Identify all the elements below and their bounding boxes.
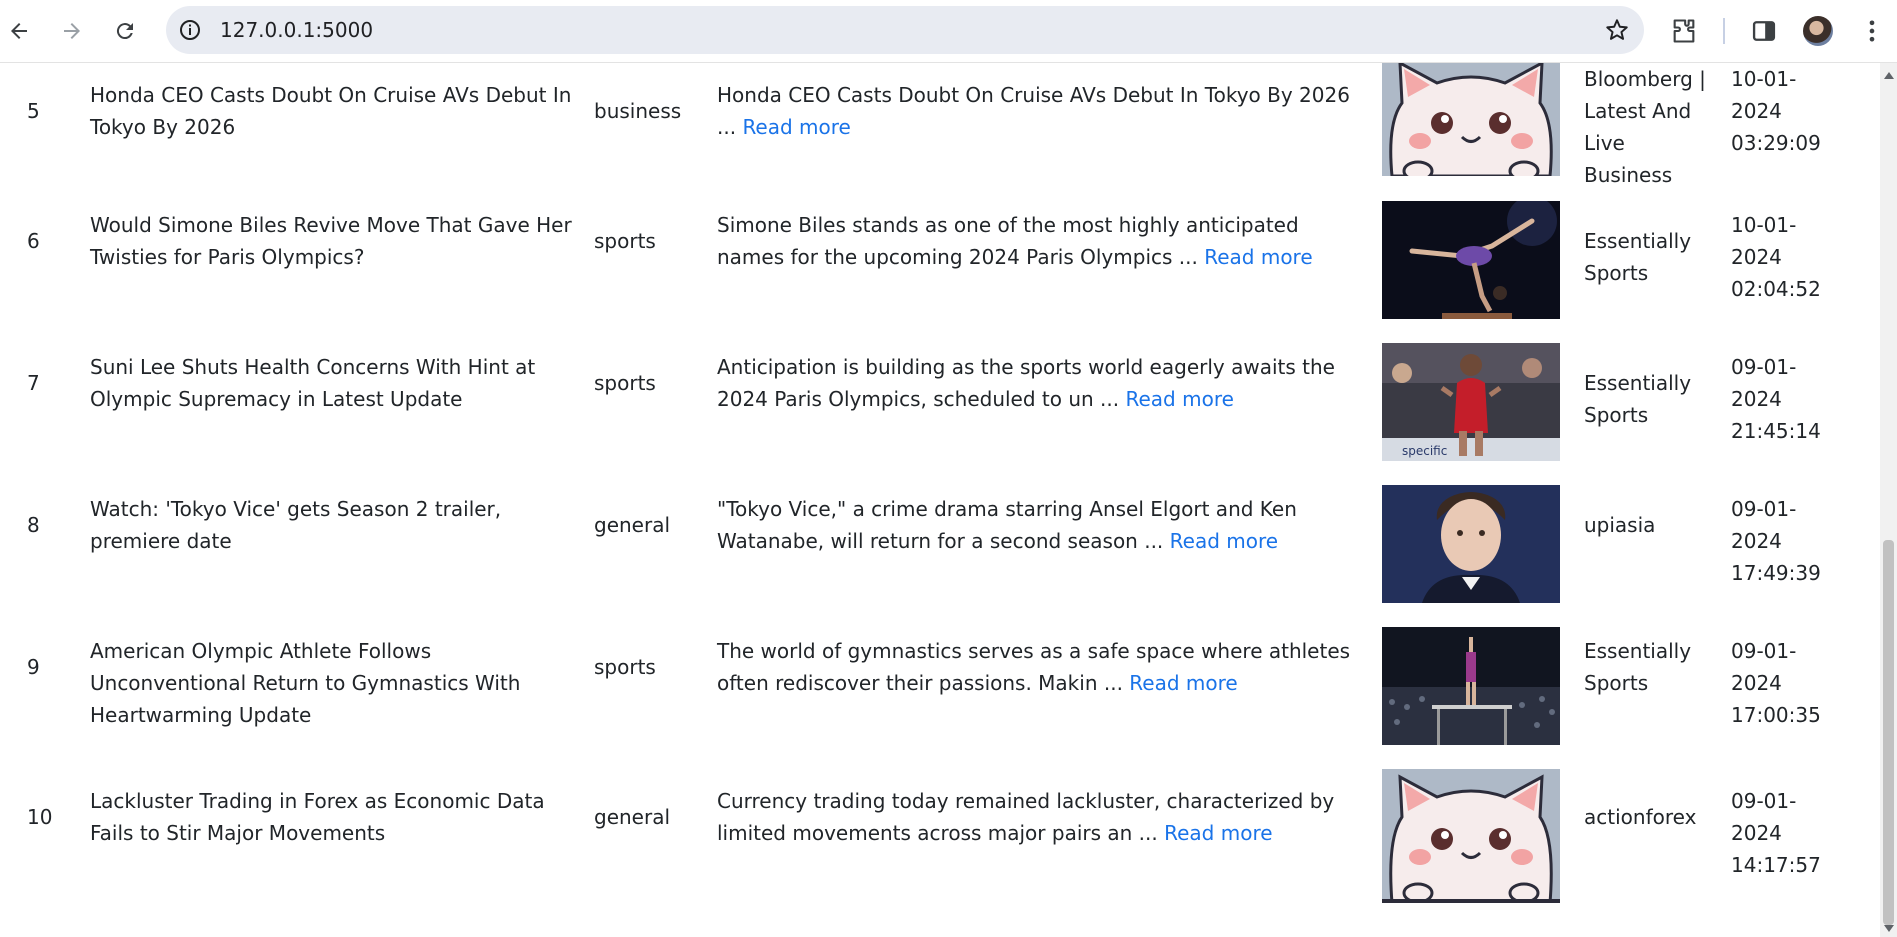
date-text: 10-01-2024 [1731,67,1797,123]
article-thumbnail[interactable] [1382,63,1560,176]
article-category: business [594,99,682,123]
article-title: Honda CEO Casts Doubt On Cruise AVs Debu… [90,83,572,139]
reload-button[interactable] [108,14,142,48]
bookmark-star-icon[interactable] [1604,17,1630,43]
profile-avatar[interactable] [1803,16,1833,46]
article-date: 09-01-2024 21:45:14 [1731,351,1831,447]
row-index: 8 [27,513,40,537]
scrollbar-thumb[interactable] [1883,540,1894,925]
article-date: 10-01-2024 02:04:52 [1731,209,1831,305]
row-index: 10 [27,805,53,829]
article-description: Simone Biles stands as one of the most h… [717,209,1357,273]
back-button[interactable] [2,14,36,48]
read-more-link[interactable]: Read more [1164,821,1272,845]
arrow-right-icon [64,23,80,39]
time-text: 03:29:09 [1731,131,1821,155]
article-category: sports [594,371,656,395]
read-more-link[interactable]: Read more [1204,245,1312,269]
time-text: 02:04:52 [1731,277,1821,301]
article-thumbnail[interactable] [1382,201,1560,319]
description-text: The world of gymnastics serves as a safe… [717,639,1351,695]
time-text: 17:00:35 [1731,703,1821,727]
browser-toolbar: 127.0.0.1:5000 [0,0,1897,63]
article-description: Honda CEO Casts Doubt On Cruise AVs Debu… [717,79,1357,143]
read-more-link[interactable]: Read more [1126,387,1234,411]
forward-button[interactable] [55,14,89,48]
article-thumbnail[interactable]: specific [1382,343,1560,461]
article-date: 09-01-2024 17:49:39 [1731,493,1831,589]
date-text: 09-01-2024 [1731,355,1797,411]
article-category: general [594,513,671,537]
article-source: Essentially Sports [1584,371,1692,427]
scroll-up-arrow-icon[interactable] [1884,72,1894,79]
article-description: Currency trading today remained lacklust… [717,785,1357,849]
read-more-link[interactable]: Read more [1129,671,1237,695]
url-text: 127.0.0.1:5000 [220,18,374,42]
date-text: 10-01-2024 [1731,213,1797,269]
row-index: 6 [27,229,40,253]
article-title: American Olympic Athlete Follows Unconve… [90,639,521,727]
article-date: 09-01-2024 14:17:57 [1731,785,1831,881]
row-index: 5 [27,99,40,123]
article-source: Essentially Sports [1584,639,1692,695]
menu-kebab-icon[interactable] [1858,17,1886,45]
date-text: 09-01-2024 [1731,497,1797,553]
article-description: The world of gymnastics serves as a safe… [717,635,1357,699]
time-text: 21:45:14 [1731,419,1821,443]
reload-icon [116,23,133,40]
article-title: Would Simone Biles Revive Move That Gave… [90,213,572,269]
article-thumbnail[interactable] [1382,627,1560,745]
extensions-icon[interactable] [1670,17,1698,45]
description-text: Anticipation is building as the sports w… [717,355,1335,411]
scroll-down-arrow-icon[interactable] [1884,925,1894,932]
news-table: 5 Honda CEO Casts Doubt On Cruise AVs De… [0,63,1880,937]
article-source: actionforex [1584,805,1697,829]
article-category: general [594,805,671,829]
arrow-left-icon [11,23,27,39]
article-description: "Tokyo Vice," a crime drama starring Ans… [717,493,1357,557]
article-category: sports [594,655,656,679]
side-panel-icon[interactable] [1750,17,1778,45]
read-more-link[interactable]: Read more [742,115,850,139]
date-text: 09-01-2024 [1731,639,1797,695]
article-source: Bloomberg | Latest And Live Business [1584,67,1706,187]
article-date: 10-01-2024 03:29:09 [1731,63,1831,159]
article-source: Essentially Sports [1584,229,1692,285]
address-bar[interactable]: 127.0.0.1:5000 [166,6,1644,54]
article-thumbnail[interactable] [1382,485,1560,603]
date-text: 09-01-2024 [1731,789,1797,845]
row-index: 9 [27,655,40,679]
article-title: Watch: 'Tokyo Vice' gets Season 2 traile… [90,497,502,553]
site-info-icon[interactable] [178,18,202,42]
article-thumbnail[interactable] [1382,769,1560,903]
time-text: 17:49:39 [1731,561,1821,585]
time-text: 14:17:57 [1731,853,1821,877]
row-index: 7 [27,371,40,395]
read-more-link[interactable]: Read more [1170,529,1278,553]
article-category: sports [594,229,656,253]
article-date: 09-01-2024 17:00:35 [1731,635,1831,731]
article-title: Suni Lee Shuts Health Concerns With Hint… [90,355,536,411]
article-description: Anticipation is building as the sports w… [717,351,1357,415]
article-source: upiasia [1584,513,1656,537]
toolbar-divider [1723,18,1725,44]
article-title: Lackluster Trading in Forex as Economic … [90,789,545,845]
svg-text:specific: specific [1402,444,1447,458]
